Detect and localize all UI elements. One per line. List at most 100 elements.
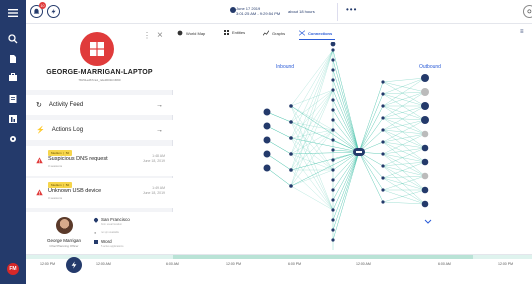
graph-hub-mark (356, 151, 362, 153)
tab-world-map[interactable]: World Map (177, 30, 205, 36)
graph-edge (382, 165, 426, 205)
timeline-selection[interactable] (173, 255, 473, 259)
file-icon[interactable] (8, 54, 18, 64)
graph-edge (382, 129, 426, 135)
graph-node (263, 164, 271, 172)
graph-node (421, 158, 429, 166)
graph-node (381, 164, 385, 168)
graph-node (381, 104, 385, 108)
graph-edge (290, 129, 334, 155)
briefcase-icon[interactable] (8, 72, 18, 82)
graph-node (331, 68, 335, 72)
tab-connections[interactable]: Connections (299, 30, 332, 36)
arrow-right-icon: → (156, 101, 163, 109)
tab-entities[interactable]: Entities (224, 30, 245, 35)
graph-node (421, 88, 429, 96)
panel-close-button[interactable]: × (157, 30, 163, 41)
graph-node (421, 172, 429, 180)
app-window-icon (94, 240, 98, 244)
graph-node (421, 116, 429, 124)
history-icon: ↻ (36, 102, 42, 109)
topbar-right-button[interactable] (523, 5, 532, 18)
graph-edge (290, 89, 334, 107)
graph-node (331, 158, 335, 162)
graph-node (331, 118, 335, 122)
graph-node (331, 178, 335, 182)
graph-edge (290, 151, 360, 187)
graph-edge (290, 49, 334, 107)
graph-edge (382, 189, 426, 205)
graph-node (381, 176, 385, 180)
device-panel: ⋮ × GEORGE-MARRIGAN-LAPTOP 78c51ed67ca1_… (26, 24, 173, 260)
active-tab-underline (299, 39, 335, 41)
activity-feed-row[interactable]: ↻ Activity Feed → (26, 95, 173, 115)
actions-log-row[interactable]: ⚡ Actions Log → (26, 120, 173, 140)
graph-edge (290, 89, 334, 123)
globe-icon (177, 30, 183, 36)
alert-card[interactable]: Medium | 50 Unknown USB device 3 session… (26, 178, 173, 208)
graph-edge (382, 77, 426, 95)
graph-node (289, 184, 293, 188)
vpn-note: no vpn available (101, 231, 120, 234)
graph-edge (382, 133, 426, 143)
search-icon[interactable] (8, 34, 18, 44)
view-tabs: World Map Entities Graphs Connections ≡ (173, 24, 532, 42)
filter-icon[interactable]: ≡ (520, 29, 524, 35)
user-card: George Marrigan Chief Planning Officer S… (26, 212, 173, 260)
graph-edge (382, 201, 426, 205)
bolt-icon (71, 261, 77, 269)
user-avatar[interactable]: FM (7, 263, 19, 275)
graph-node (331, 88, 335, 92)
topbar-more-button[interactable]: ••• (346, 5, 357, 14)
graph-node (331, 108, 335, 112)
graph-node (381, 200, 385, 204)
alert-title: Suspicious DNS request (48, 156, 108, 162)
alert-time: 1:49 AM June 18, 2019 (142, 186, 165, 195)
timeline-bar[interactable]: 12:00 PM 12:00 AM 6:00 AM 12:00 PM 6:00 PM 12… (26, 254, 532, 284)
graph-canvas[interactable] (173, 42, 532, 254)
graph-edge (290, 169, 334, 187)
settings-icon[interactable] (8, 134, 18, 144)
connections-icon (299, 30, 305, 36)
graph-node (331, 168, 335, 172)
timeline-tick-label: 12:00 PM (40, 262, 55, 266)
graph-edge (332, 59, 360, 153)
graph-edge (382, 129, 426, 149)
graph-edge (382, 119, 426, 143)
graph-node (331, 78, 335, 82)
tab-graphs[interactable]: Graphs (263, 30, 285, 36)
alert-card[interactable]: Medium | 50 Suspicious DNS request 3 ses… (26, 146, 173, 176)
timeline-tick-label: 6:00 AM (166, 262, 179, 266)
graph-edge (382, 161, 426, 179)
graph-edge (266, 111, 292, 123)
dashboard-icon[interactable] (8, 114, 18, 124)
hamburger-menu-icon[interactable] (8, 8, 18, 18)
graph-node (331, 228, 335, 232)
app-note: 5 active applications (101, 245, 124, 248)
actions-fab-button[interactable] (66, 257, 82, 273)
date-range[interactable]: June 17 2019 3:01:25 AM - 9:29:54 PM (236, 6, 280, 16)
location-pin-icon (93, 217, 99, 223)
user-name: George Marrigan (46, 238, 82, 243)
graph-edge (290, 49, 334, 139)
graph-edge (382, 153, 426, 191)
graph-edge (382, 117, 426, 121)
graph-node (289, 152, 293, 156)
user-photo (56, 217, 73, 234)
actions-button[interactable] (47, 5, 60, 18)
graph-node (331, 98, 335, 102)
user-role: Chief Planning Officer (49, 244, 79, 248)
report-icon[interactable] (8, 94, 18, 104)
graph-edge (332, 89, 360, 153)
graph-node (289, 120, 293, 124)
bell-icon (33, 8, 40, 14)
graph-node (331, 128, 335, 132)
graph-edge (382, 91, 426, 95)
graph-edge (358, 151, 384, 179)
grid-icon (224, 30, 229, 35)
expand-chevron (424, 219, 432, 224)
graph-edge (290, 153, 334, 211)
graph-edge (266, 153, 292, 171)
graph-node (263, 122, 271, 130)
panel-more-button[interactable]: ⋮ (143, 31, 151, 40)
